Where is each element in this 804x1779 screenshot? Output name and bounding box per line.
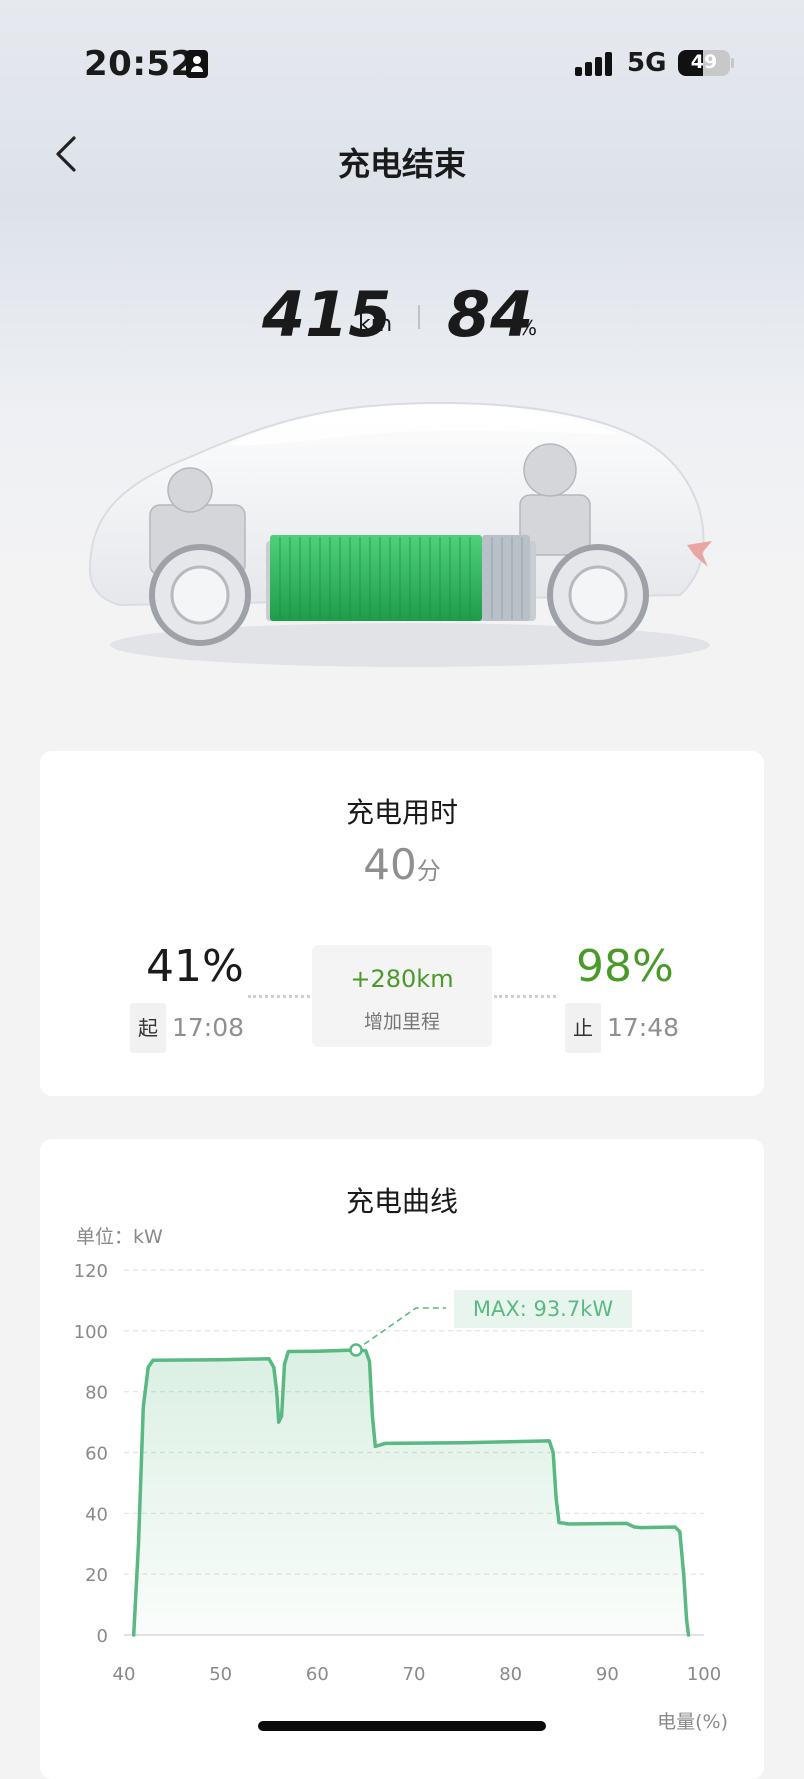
y-tick-label: 20 <box>85 1565 108 1586</box>
duration-value: 40 <box>363 840 417 889</box>
duration-card-title: 充电用时 <box>345 796 458 829</box>
status-bar: 20:52 5G 49 <box>0 44 804 84</box>
y-tick-label: 40 <box>85 1504 108 1525</box>
cellular-signal-icon <box>575 52 615 76</box>
y-tick-label: 120 <box>74 1261 108 1282</box>
home-indicator <box>258 1721 546 1731</box>
y-tick-label: 60 <box>85 1444 108 1465</box>
x-tick-label: 100 <box>687 1664 721 1685</box>
x-axis-label: 电量(%) <box>657 1711 728 1733</box>
battery-icon: 49 <box>678 50 730 76</box>
x-tick-label: 70 <box>403 1664 426 1685</box>
soc-value: 84 <box>447 278 534 351</box>
dotted-connector-left <box>248 995 310 998</box>
x-tick-label: 50 <box>209 1664 232 1685</box>
page-title: 充电结束 <box>337 145 466 183</box>
contact-card-icon <box>186 50 208 78</box>
network-type: 5G <box>627 48 667 78</box>
duration-display: 40分 <box>40 840 764 889</box>
battery-tip <box>731 58 734 68</box>
y-tick-label: 100 <box>74 1322 108 1343</box>
chart-unit-label: 单位：kW <box>76 1226 163 1248</box>
dotted-connector-right <box>494 995 556 998</box>
status-time: 20:52 <box>84 44 195 84</box>
x-tick-label: 60 <box>306 1664 329 1685</box>
y-tick-label: 80 <box>85 1383 108 1404</box>
y-tick-label: 0 <box>97 1626 108 1647</box>
start-time: 17:08 <box>172 1013 245 1042</box>
curve-area <box>133 1350 689 1635</box>
start-percent: 41% <box>146 941 244 992</box>
battery-level: 49 <box>690 51 718 73</box>
end-time: 17:48 <box>607 1013 680 1042</box>
charge-curve-card: 充电曲线 单位：kW 0 20 40 60 80 100 120 40 50 60 70 80 90 100… <box>40 1139 764 1779</box>
end-tag: 止 <box>565 1003 601 1053</box>
divider <box>418 305 420 329</box>
charge-duration-card: 充电用时 40分 41% 起 17:08 +280km 增加里程 98% 止 1… <box>40 751 764 1096</box>
annotation-leader <box>355 1307 446 1351</box>
added-range-label: 增加里程 <box>363 1011 440 1033</box>
charging-curve-chart: 单位：kW 0 20 40 60 80 100 120 40 50 60 70 80 90 100 电量(%)… <box>74 1226 728 1733</box>
added-range-box: +280km 增加里程 <box>312 945 492 1047</box>
car-battery-illustration <box>88 401 712 667</box>
end-percent: 98% <box>576 941 674 992</box>
duration-unit: 分 <box>416 857 441 885</box>
added-range-value: +280km <box>350 965 454 993</box>
max-power-label: MAX: 93.7kW <box>473 1297 614 1321</box>
range-unit: km <box>358 312 393 337</box>
soc-unit: % <box>518 316 538 340</box>
x-tick-label: 80 <box>499 1664 522 1685</box>
start-tag: 起 <box>130 1003 166 1053</box>
x-tick-label: 40 <box>113 1664 136 1685</box>
x-tick-label: 90 <box>596 1664 619 1685</box>
max-point-marker <box>349 1343 363 1357</box>
